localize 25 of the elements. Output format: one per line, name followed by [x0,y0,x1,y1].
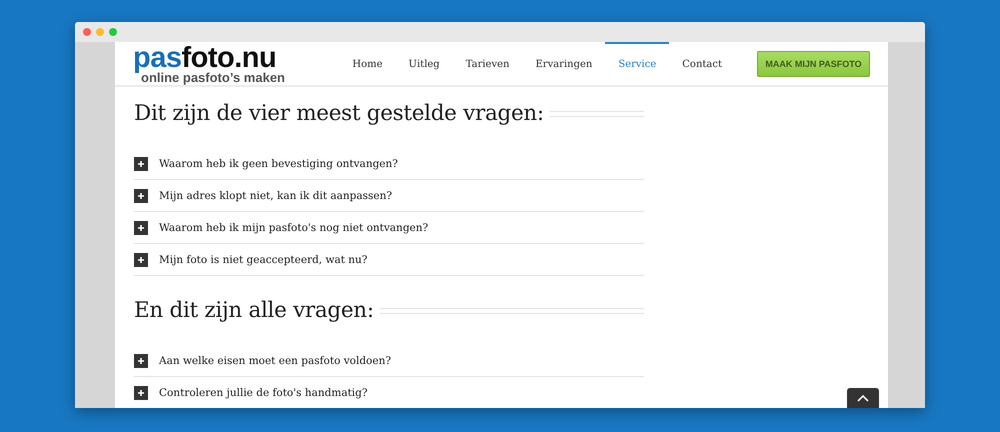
plus-icon[interactable] [134,220,148,234]
plus-icon[interactable] [134,156,148,170]
faq-question[interactable]: Aan welke eisen moet een pasfoto voldoen? [159,354,391,366]
nav-link[interactable]: Home [339,42,396,85]
section-heading: Dit zijn de vier meest gestelde vragen: [134,101,544,126]
logo-wordmark[interactable]: pasfoto.nu [133,44,285,70]
chevron-up-icon [857,394,869,402]
faq-question[interactable]: Mijn foto is niet geaccepteerd, wat nu? [159,254,368,266]
nav-link[interactable]: Contact [669,42,735,85]
plus-icon[interactable] [134,354,148,368]
nav-link[interactable]: Uitleg [396,42,453,85]
nav-link[interactable]: Ervaringen [522,42,606,85]
section-heading: En dit zijn alle vragen: [134,298,374,323]
cta-button[interactable]: MAAK MIJN PASFOTO [757,50,870,76]
plus-icon[interactable] [134,386,148,400]
faq-question[interactable]: Waarom heb ik mijn pasfoto's nog niet ontvangen? [159,222,428,234]
faq-question[interactable]: Controleren jullie de foto's handmatig? [159,386,368,398]
nav-link[interactable]: Tarieven [452,42,522,85]
plus-icon[interactable] [134,188,148,202]
nav-link[interactable]: Service [605,42,670,85]
plus-icon[interactable] [134,252,148,266]
logo-tagline: online pasfoto’s maken [141,70,285,84]
scroll-to-top-button[interactable] [847,388,879,408]
faq-question[interactable]: Mijn adres klopt niet, kan ik dit aanpassen? [159,190,392,202]
faq-question[interactable]: Waarom heb ik geen bevestiging ontvangen? [159,158,398,170]
